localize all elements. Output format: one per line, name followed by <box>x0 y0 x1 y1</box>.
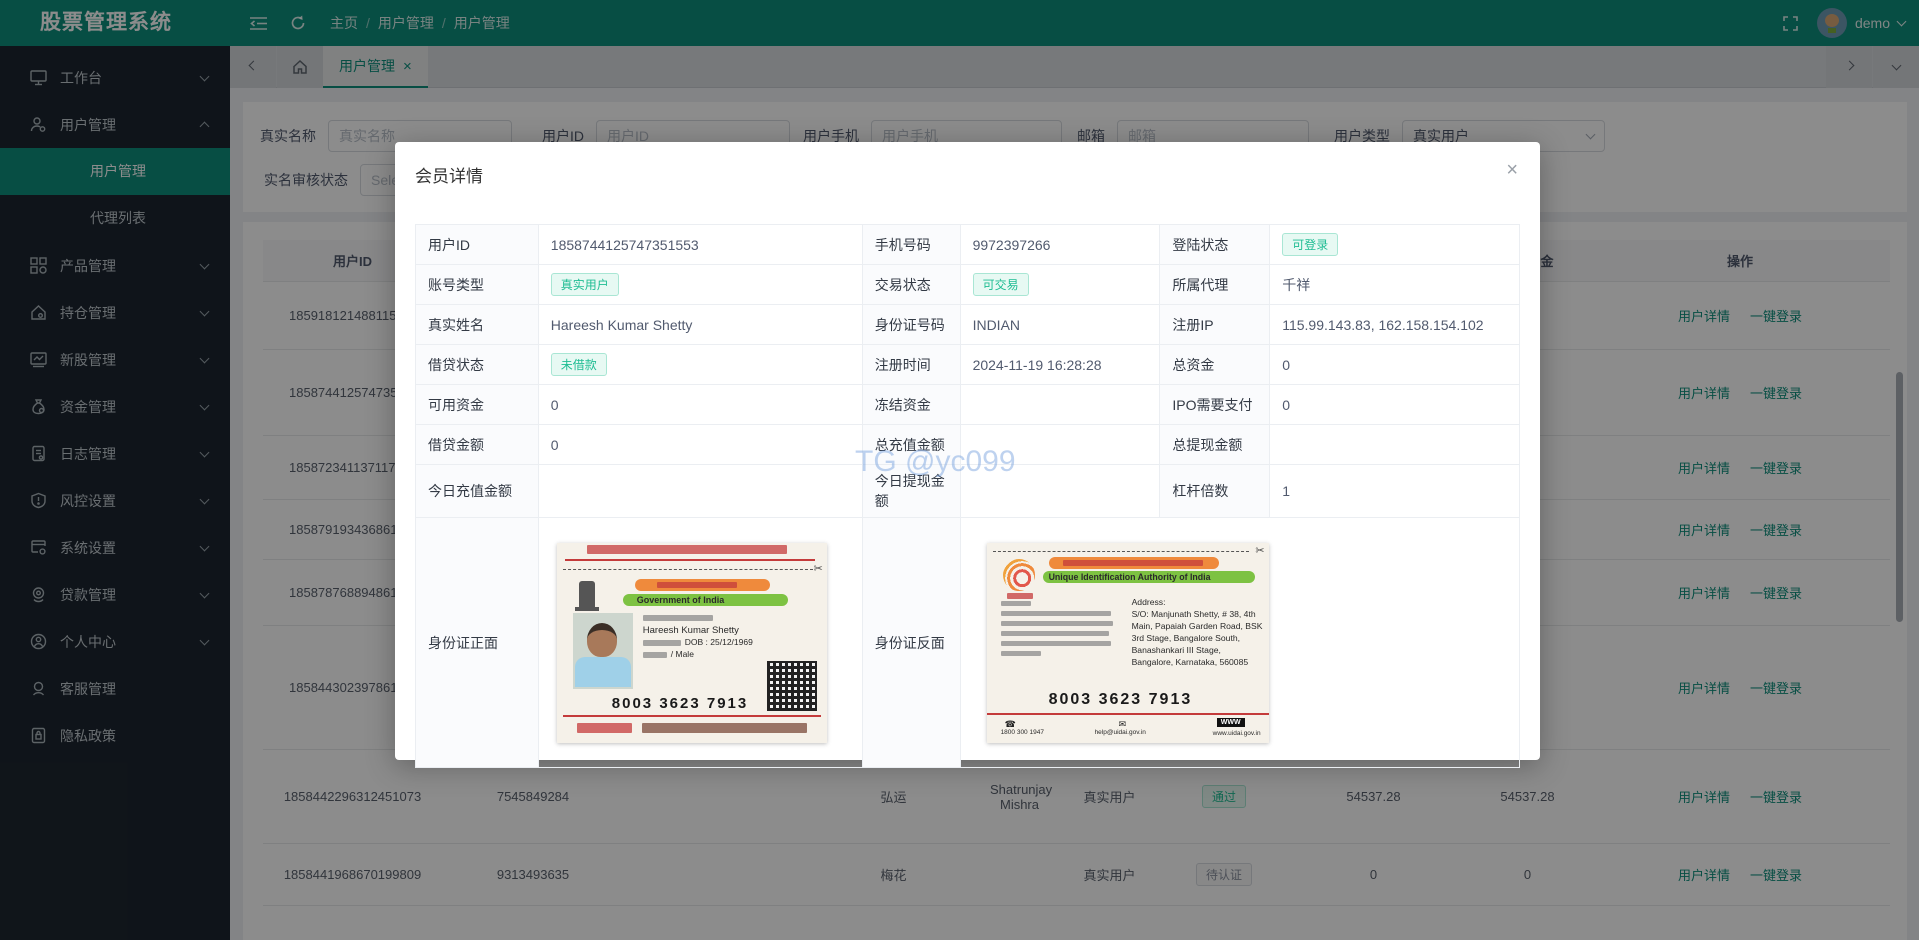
field-label: 可用资金 <box>415 384 539 425</box>
aadhaar-number-back: 8003 3623 7913 <box>1048 690 1193 708</box>
id-card-front-image[interactable]: ✂ Government of India Hareesh Kumar Shet… <box>556 542 827 743</box>
id-photo <box>572 612 633 689</box>
authority-text: Unique Identification Authority of India <box>1048 571 1211 582</box>
field-label: 交易状态 <box>861 264 961 305</box>
modal-title: 会员详情 <box>415 167 483 186</box>
field-label: 借贷金额 <box>415 424 539 465</box>
field-label: 所属代理 <box>1159 264 1271 305</box>
field-value-loan-amount: 0 <box>537 424 863 465</box>
website: www.uidai.gov.in <box>1212 729 1261 737</box>
field-label: 用户ID <box>415 224 539 265</box>
field-value-user-id: 1858744125747351553 <box>537 224 863 265</box>
field-label: 真实姓名 <box>415 304 539 345</box>
member-detail-table: 用户ID 1858744125747351553 手机号码 9972397266… <box>415 224 1521 768</box>
card-gender: / Male <box>670 648 694 659</box>
field-value-agent: 千祥 <box>1269 264 1520 305</box>
field-label: 账号类型 <box>415 264 539 305</box>
helpline-number: 1800 300 1947 <box>1000 728 1044 736</box>
modal-close-icon[interactable]: × <box>1506 160 1518 180</box>
address-line: Main, Papaiah Garden Road, BSK <box>1131 620 1263 631</box>
field-value-available-funds: 0 <box>537 384 863 425</box>
loan-status-badge: 未借款 <box>550 353 607 376</box>
login-status-badge: 可登录 <box>1282 233 1339 256</box>
address-line: S/O: Manjunath Shetty, # 38, 4th <box>1131 608 1256 619</box>
field-label: 登陆状态 <box>1159 224 1271 265</box>
id-card-back-image[interactable]: ✂ Unique Identification Authority of Ind… <box>986 542 1269 743</box>
address-title: Address: <box>1131 596 1166 607</box>
field-value-today-deposit <box>537 464 863 518</box>
watermark: TG @yc099 <box>855 445 1016 478</box>
field-value-register-time: 2024-11-19 16:28:28 <box>959 344 1161 385</box>
scissors-icon: ✂ <box>1255 544 1265 557</box>
address-line: 3rd Stage, Bangalore South, <box>1131 632 1241 643</box>
address-line: Banashankari III Stage, <box>1131 644 1221 655</box>
field-value-frozen-funds <box>959 384 1161 425</box>
aadhaar-number-front: 8003 3623 7913 <box>611 694 749 712</box>
field-label: 冻结资金 <box>861 384 961 425</box>
field-value-total-withdraw <box>1269 424 1520 465</box>
id-front-label: 身份证正面 <box>415 517 539 768</box>
field-label: 手机号码 <box>861 224 961 265</box>
field-label: 总提现金额 <box>1159 424 1271 465</box>
field-label: 注册时间 <box>861 344 961 385</box>
field-label: 杠杆倍数 <box>1159 464 1271 518</box>
field-label: 今日充值金额 <box>415 464 539 518</box>
field-value-total-funds: 0 <box>1269 344 1520 385</box>
scissors-icon: ✂ <box>813 562 823 575</box>
field-value-real-name: Hareesh Kumar Shetty <box>537 304 863 345</box>
address-line: Bangalore, Karnataka, 560085 <box>1131 656 1249 667</box>
aadhaar-logo <box>1002 558 1035 591</box>
trade-status-badge: 可交易 <box>972 273 1029 296</box>
government-of-india-text: Government of India <box>636 595 725 605</box>
field-value-phone: 9972397266 <box>959 224 1161 265</box>
field-label: IPO需要支付 <box>1159 384 1271 425</box>
india-emblem-icon <box>574 580 599 611</box>
help-email: help@uidai.gov.in <box>1094 728 1146 736</box>
field-value-leverage: 1 <box>1269 464 1520 518</box>
page: 股票管理系统 主页 用户管理 用户管理 demo 工作台 <box>0 0 1919 940</box>
field-label: 总资金 <box>1159 344 1271 385</box>
account-type-badge: 真实用户 <box>550 273 619 296</box>
field-label: 注册IP <box>1159 304 1271 345</box>
qr-code <box>766 660 817 711</box>
field-value-register-ip: 115.99.143.83, 162.158.154.102 <box>1269 304 1520 345</box>
field-label: 借贷状态 <box>415 344 539 385</box>
id-back-label: 身份证反面 <box>861 517 961 768</box>
field-label: 身份证号码 <box>861 304 961 345</box>
field-value-ipo-due: 0 <box>1269 384 1520 425</box>
card-name: Hareesh Kumar Shetty <box>642 624 739 636</box>
card-dob: DOB : 25/12/1969 <box>684 636 753 647</box>
field-value-id-number: INDIAN <box>959 304 1161 345</box>
www-badge: WWW <box>1216 717 1245 727</box>
